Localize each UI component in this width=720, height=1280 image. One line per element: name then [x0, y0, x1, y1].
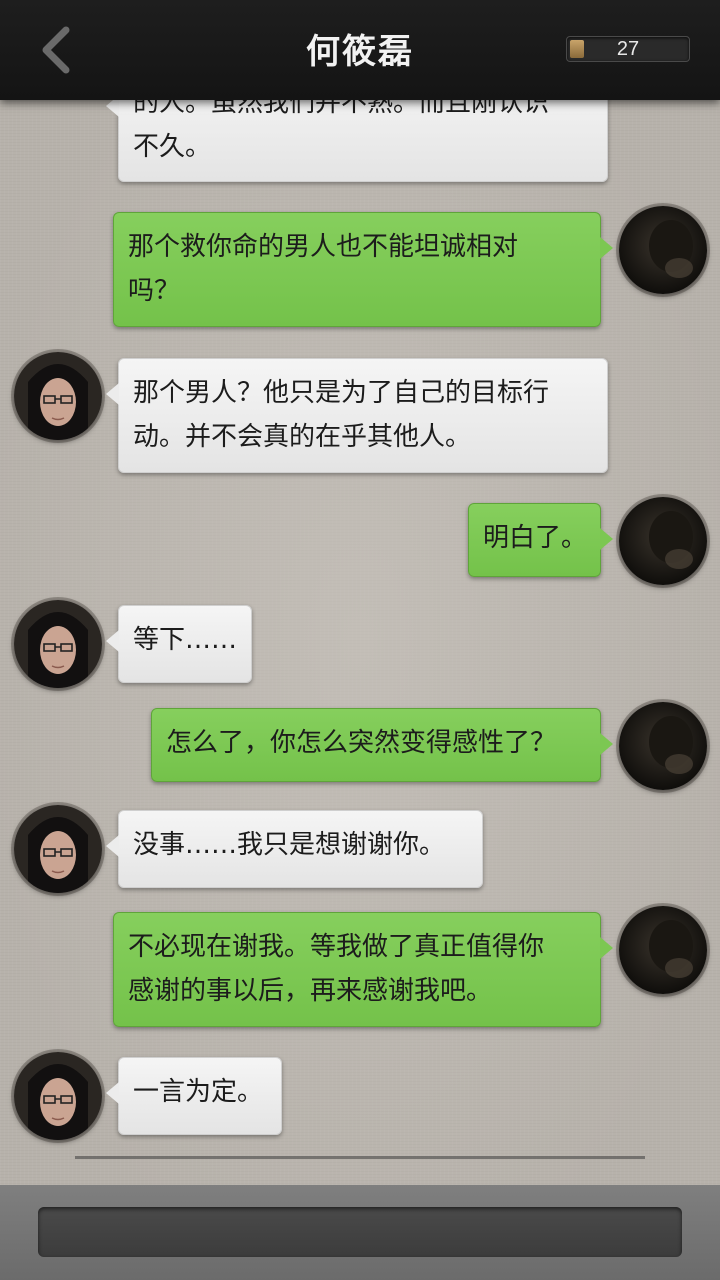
- energy-counter: 27: [566, 36, 690, 62]
- message-text: 一言为定。: [133, 1077, 264, 1107]
- self-avatar[interactable]: [619, 206, 707, 294]
- message-text: 那个救你命的男人也不能坦诚相对: [128, 232, 519, 262]
- contact-avatar-image: [14, 352, 102, 440]
- reply-input[interactable]: [38, 1207, 682, 1257]
- message-text: 不久。: [133, 132, 212, 162]
- contact-avatar-image: [14, 600, 102, 688]
- contact-avatar[interactable]: [14, 600, 102, 688]
- self-avatar-image: [619, 702, 707, 790]
- message-bubble-sent: 怎么了，你怎么突然变得感性了？: [151, 708, 613, 782]
- message-text: 不必现在谢我。等我做了真正值得你: [128, 932, 545, 962]
- contact-avatar-image: [14, 805, 102, 893]
- self-avatar-image: [619, 906, 707, 994]
- self-avatar[interactable]: [619, 497, 707, 585]
- message-text: 明白了。: [483, 523, 588, 553]
- message-text: 动。并不会真的在乎其他人。: [133, 422, 472, 452]
- message-bubble-sent: 那个救你命的男人也不能坦诚相对 吗？: [113, 212, 613, 327]
- chat-area[interactable]: 的人。虽然我们并不熟。而且刚认识 不久。 那个救你命的男人也不能坦诚相对 吗？ …: [0, 0, 720, 1160]
- top-bar: 何筱磊 27: [0, 0, 720, 100]
- self-avatar-image: [619, 206, 707, 294]
- contact-avatar[interactable]: [14, 352, 102, 440]
- message-text: 怎么了，你怎么突然变得感性了？: [166, 728, 557, 758]
- message-text: 没事……我只是想谢谢你。: [133, 830, 446, 860]
- message-bubble-sent: 不必现在谢我。等我做了真正值得你 感谢的事以后，再来感谢我吧。: [113, 912, 613, 1027]
- message-bubble-received: 那个男人？他只是为了自己的目标行 动。并不会真的在乎其他人。: [106, 358, 608, 473]
- contact-avatar[interactable]: [14, 1052, 102, 1140]
- message-text: 等下……: [133, 625, 238, 655]
- contact-avatar-image: [14, 1052, 102, 1140]
- self-avatar-image: [619, 497, 707, 585]
- message-bubble-sent: 明白了。: [468, 503, 613, 577]
- message-bubble-received: 一言为定。: [106, 1057, 282, 1135]
- contact-avatar[interactable]: [14, 805, 102, 893]
- message-bubble-received: 没事……我只是想谢谢你。: [106, 810, 483, 888]
- self-avatar[interactable]: [619, 906, 707, 994]
- bottom-bar: [0, 1185, 720, 1280]
- message-text: 吗？: [128, 276, 181, 306]
- message-text: 感谢的事以后，再来感谢我吧。: [128, 976, 493, 1006]
- chat-end-divider: [75, 1156, 645, 1159]
- self-avatar[interactable]: [619, 702, 707, 790]
- message-bubble-received: 等下……: [106, 605, 252, 683]
- message-text: 那个男人？他只是为了自己的目标行: [133, 378, 550, 408]
- energy-count: 27: [616, 38, 640, 60]
